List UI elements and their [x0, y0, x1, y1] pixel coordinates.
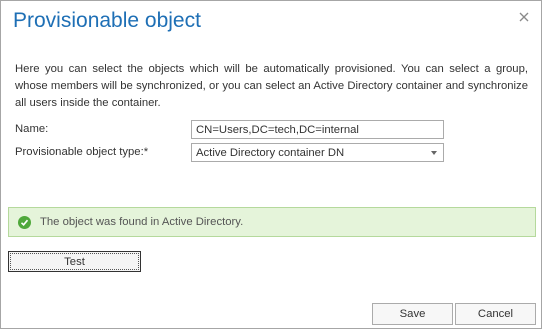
check-circle-icon [18, 215, 31, 229]
close-icon[interactable] [517, 10, 531, 24]
dialog-description: Here you can select the objects which wi… [15, 63, 528, 109]
dialog-title: Provisionable object [13, 9, 201, 32]
status-message: The object was found in Active Directory… [8, 207, 536, 237]
object-type-selected-value: Active Directory container DN [196, 146, 345, 159]
name-label: Name: [15, 123, 49, 135]
chevron-down-icon [431, 150, 437, 155]
object-type-label: Provisionable object type:* [15, 146, 149, 158]
save-button[interactable]: Save [372, 303, 453, 325]
status-text: The object was found in Active Directory… [40, 216, 244, 228]
name-input[interactable] [191, 120, 444, 139]
cancel-button[interactable]: Cancel [455, 303, 536, 325]
provisionable-object-dialog: Provisionable object Here you can select… [0, 0, 542, 329]
test-button[interactable]: Test [8, 251, 141, 272]
object-type-select[interactable]: Active Directory container DN [191, 143, 444, 162]
